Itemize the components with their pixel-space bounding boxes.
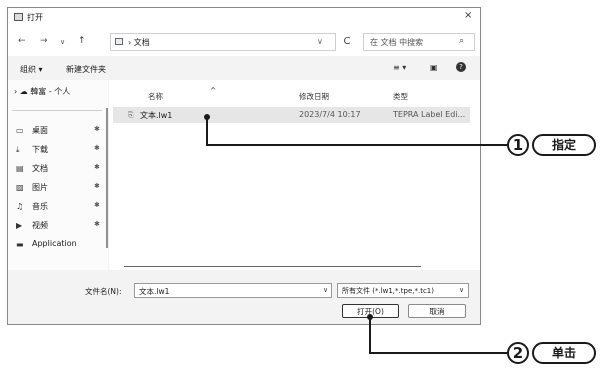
sort-ascending-icon: ^	[210, 86, 217, 95]
navigation-pane: › ☁ 韓富 - 个人 ▭ 桌面 ✱ ⤓ 下载 ✱ ▤ 文档 ✱ ▨ 图片 ✱ …	[8, 80, 108, 270]
address-bar[interactable]: › 文档 ∨	[110, 33, 336, 51]
search-input[interactable]: 在 文档 中搜索 ⌕	[363, 33, 475, 51]
callout-1-line-horizontal	[206, 144, 508, 146]
history-chevron-icon[interactable]: ∨	[60, 38, 65, 46]
folder-icon: ▬	[16, 240, 24, 249]
download-icon: ⤓	[16, 145, 20, 154]
column-header-name[interactable]: 名称	[148, 91, 163, 102]
sidebar-item-videos[interactable]: ▶ 视频 ✱	[12, 217, 108, 235]
view-menu-icon[interactable]: ≡ ▾	[393, 63, 406, 72]
sidebar-item-music[interactable]: ♫ 音乐 ✱	[12, 198, 108, 216]
pin-icon[interactable]: ✱	[94, 220, 100, 228]
music-icon: ♫	[16, 202, 24, 211]
cancel-button[interactable]: 取消	[408, 304, 466, 318]
search-icon[interactable]: ⌕	[459, 36, 464, 46]
callout-2-line-vertical	[369, 317, 371, 354]
new-folder-button[interactable]: 新建文件夹	[66, 64, 106, 75]
video-icon: ▶	[16, 221, 23, 230]
back-icon[interactable]: ←	[18, 36, 26, 46]
filename-label: 文件名(N):	[85, 287, 122, 296]
file-name[interactable]: 文本.lw1	[140, 110, 172, 121]
chevron-down-icon[interactable]: ∨	[459, 286, 464, 294]
callout-2-line-horizontal	[369, 352, 508, 354]
file-date: 2023/7/4 10:17	[299, 110, 361, 119]
callout-1-label: 指定	[532, 134, 596, 156]
pc-icon	[115, 38, 123, 45]
sidebar-item-desktop[interactable]: ▭ 桌面 ✱	[12, 122, 108, 140]
filename-value[interactable]: 文本.lw1	[139, 286, 169, 297]
picture-icon: ▨	[16, 183, 24, 192]
sidebar-item-label: 音乐	[32, 202, 48, 211]
filter-value[interactable]: 所有文件 (*.lw1,*.tpe,*.tc1)	[342, 286, 434, 296]
sidebar-item-documents[interactable]: ▤ 文档 ✱	[12, 160, 108, 178]
open-file-dialog: 打开 × ← → ∨ ↑ › 文档 ∨ C 在 文档 中搜索 ⌕ 组织 ▾ 新建…	[7, 7, 481, 325]
breadcrumb[interactable]: › 文档	[128, 37, 150, 48]
search-placeholder: 在 文档 中搜索	[370, 38, 424, 47]
refresh-icon[interactable]: C	[338, 33, 356, 51]
sidebar-item-pictures[interactable]: ▨ 图片 ✱	[12, 179, 108, 197]
help-icon[interactable]: ?	[456, 62, 466, 72]
pin-icon[interactable]: ✱	[94, 182, 100, 190]
sidebar-item-label: 文档	[32, 164, 48, 173]
file-type: TEPRA Label Edi...	[393, 110, 466, 119]
pin-icon[interactable]: ✱	[94, 201, 100, 209]
chevron-down-icon[interactable]: ∨	[323, 286, 328, 294]
title-bar: 打开 ×	[8, 8, 480, 28]
sidebar-item-label: Application	[32, 239, 77, 248]
organize-button[interactable]: 组织 ▾	[20, 64, 43, 75]
sidebar-item-downloads[interactable]: ⤓ 下载 ✱	[12, 141, 108, 159]
preview-pane-icon[interactable]: ▣	[430, 63, 438, 72]
sidebar-item-label: 下载	[32, 145, 48, 154]
sidebar-item-label: 桌面	[32, 126, 48, 135]
up-arrow-icon[interactable]: ↑	[78, 36, 86, 46]
app-icon	[14, 13, 23, 21]
callout-1-number: 1	[507, 134, 529, 156]
sidebar-item-label: 图片	[32, 183, 48, 192]
sidebar-divider	[12, 110, 102, 111]
dialog-title: 打开	[27, 13, 43, 22]
toolbar: 组织 ▾ 新建文件夹 ≡ ▾ ▣ ?	[8, 58, 480, 80]
sidebar-root-onedrive[interactable]: › ☁ 韓富 - 个人	[14, 86, 70, 97]
desktop-icon: ▭	[16, 126, 24, 135]
file-list-scrollbar[interactable]	[124, 266, 421, 267]
sidebar-item-label: 视频	[32, 221, 48, 230]
pin-icon[interactable]: ✱	[94, 125, 100, 133]
close-icon[interactable]: ×	[464, 10, 472, 21]
column-header-date[interactable]: 修改日期	[299, 91, 329, 102]
document-icon: ▤	[16, 164, 24, 173]
pin-icon[interactable]: ✱	[94, 144, 100, 152]
pin-icon[interactable]: ✱	[94, 163, 100, 171]
callout-2-number: 2	[507, 342, 529, 364]
file-icon: ⎘	[128, 111, 134, 119]
file-type-filter[interactable]: 所有文件 (*.lw1,*.tpe,*.tc1) ∨	[337, 283, 469, 298]
sidebar-scrollbar[interactable]	[106, 108, 108, 248]
address-dropdown-icon[interactable]: ∨	[317, 37, 323, 46]
column-header-type[interactable]: 类型	[393, 91, 408, 102]
filename-input[interactable]: 文本.lw1 ∨	[134, 283, 332, 298]
sidebar-item-application[interactable]: ▬ Application	[12, 236, 108, 254]
callout-1-line-vertical	[206, 117, 208, 145]
forward-icon[interactable]: →	[40, 36, 48, 46]
callout-2-label: 单击	[532, 342, 596, 364]
